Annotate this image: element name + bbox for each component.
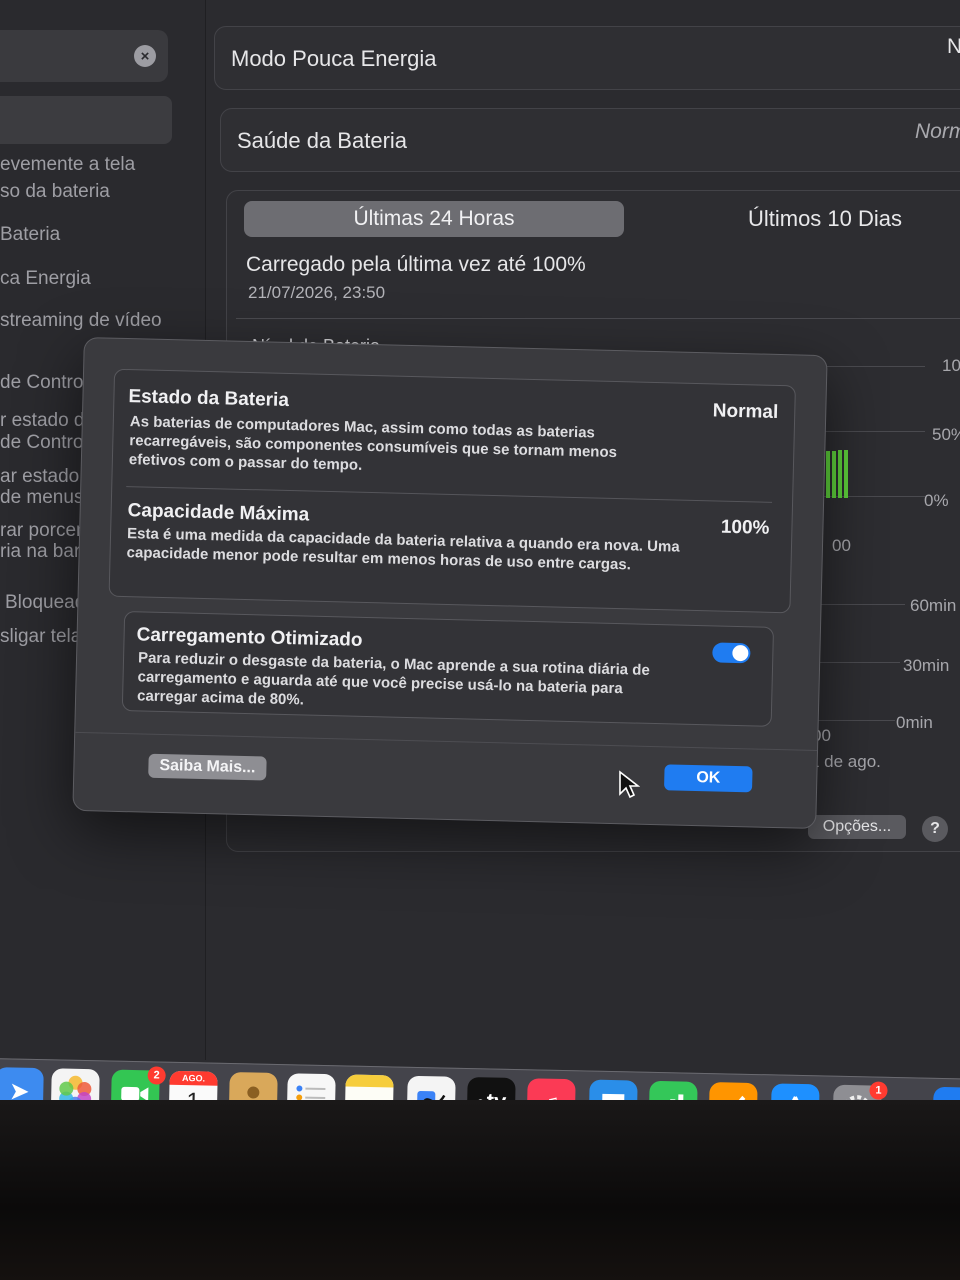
battery-state-title: Estado da Bateria [128, 386, 290, 412]
max-capacity-description: Esta é uma medida da capacidade da bater… [126, 525, 680, 574]
optimized-charging-title: Carregamento Otimizado [136, 624, 363, 651]
battery-level-bar [826, 451, 830, 498]
screen: × evemente a tela so da bateria Bateria … [0, 0, 960, 1160]
calendar-month: AGO. [169, 1070, 218, 1086]
gridline [810, 431, 925, 432]
battery-health-row[interactable]: Saúde da Bateria Norm [220, 108, 960, 172]
axis-tick-label: 30min [903, 656, 950, 675]
battery-health-value: Norm [915, 120, 960, 143]
axis-tick-label: 60min [910, 596, 957, 615]
optimized-charging-description: Para reduzir o desgaste da bateria, o Ma… [136, 649, 650, 709]
low-power-value[interactable]: N [947, 35, 960, 59]
tab-last-10-days[interactable]: Últimos 10 Dias [700, 201, 950, 237]
divider [75, 731, 818, 752]
battery-health-label: Saúde da Bateria [237, 128, 408, 153]
battery-info-group: Estado da Bateria Normal As baterias de … [108, 368, 796, 614]
help-button[interactable]: ? [922, 816, 948, 842]
axis-tick-label: 0min [896, 713, 933, 732]
mouse-cursor-icon [619, 770, 640, 799]
battery-level-bar [844, 450, 848, 498]
monitor-bezel [0, 1100, 960, 1280]
battery-level-bar [838, 450, 842, 498]
battery-state-value: Normal [712, 400, 779, 423]
clear-search-icon[interactable]: × [134, 45, 156, 67]
gridline [810, 720, 895, 721]
optimized-charging-group: Carregamento Otimizado Para reduzir o de… [121, 611, 775, 727]
battery-state-description: As baterias de computadores Mac, assim c… [128, 413, 618, 474]
gridline [810, 604, 905, 605]
settings-badge: 1 [869, 1081, 888, 1100]
last-charged-date: 21/07/2026, 23:50 [248, 283, 386, 302]
sidebar-item-pouca-energia[interactable]: ca Energia [0, 266, 91, 292]
max-capacity-title: Capacidade Máxima [127, 500, 310, 526]
axis-tick-label: 10 [942, 356, 960, 375]
battery-level-bar [832, 451, 836, 498]
optimized-charging-toggle[interactable] [712, 642, 751, 664]
sidebar-item-label: evemente a tela [0, 154, 136, 175]
ok-button[interactable]: OK [663, 764, 753, 793]
date-tick-label: 1 de ago. [810, 752, 881, 771]
low-power-label: Modo Pouca Energia [231, 46, 437, 71]
battery-health-dialog: Estado da Bateria Normal As baterias de … [72, 336, 828, 830]
sidebar-item-label: so da bateria [0, 181, 110, 202]
last-charged-title: Carregado pela última vez até 100% [246, 253, 586, 276]
tab-last-24-hours[interactable]: Últimas 24 Horas [244, 201, 624, 237]
sidebar-item-label: de Contro [0, 432, 84, 453]
sidebar-item-bateria[interactable]: Bateria [0, 222, 60, 248]
sidebar-item-label: de Contro [0, 372, 84, 393]
axis-tick-label: 0% [924, 491, 949, 510]
time-tick-label: 00 [832, 536, 851, 555]
divider [126, 486, 773, 503]
max-capacity-value: 100% [720, 516, 770, 539]
learn-more-button[interactable]: Saiba Mais... [148, 753, 267, 781]
low-power-row[interactable]: Modo Pouca Energia N [214, 26, 960, 90]
gridline [810, 662, 900, 663]
options-button[interactable]: Opções... [808, 815, 906, 839]
sidebar-item-streaming[interactable]: streaming de vídeo [0, 308, 162, 334]
axis-tick-label: 50% [932, 425, 960, 444]
toggle-knob [732, 644, 749, 662]
sidebar-item-label: de menus [0, 487, 84, 508]
facetime-badge: 2 [147, 1066, 166, 1085]
sidebar-selected-item[interactable] [0, 96, 172, 144]
divider [236, 318, 960, 319]
